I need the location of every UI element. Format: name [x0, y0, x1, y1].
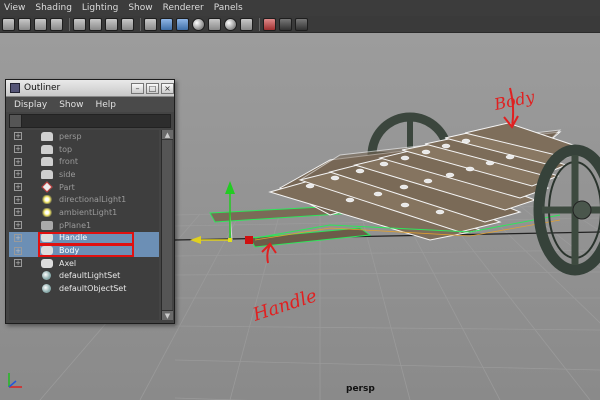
main-menu-bar: View Shading Lighting Show Renderer Pane… [0, 0, 600, 16]
axis-indicator [8, 373, 22, 388]
outliner-item-label: defaultObjectSet [59, 284, 127, 294]
expand-icon[interactable]: + [14, 183, 22, 192]
image-plane-icon[interactable] [34, 17, 47, 31]
toolbar-divider [140, 17, 141, 31]
render-icon[interactable] [279, 17, 292, 31]
camera-icon [41, 169, 53, 179]
outliner-list[interactable]: + persp + top + front + side + Part + di… [9, 130, 159, 320]
set-icon [42, 271, 51, 281]
expand-icon[interactable]: + [14, 170, 22, 179]
light-icon [41, 207, 53, 217]
filter-input[interactable] [22, 115, 170, 127]
outliner-menu-display[interactable]: Display [14, 100, 47, 110]
outliner-item-label: side [59, 169, 76, 179]
hud-icon[interactable] [263, 17, 276, 31]
expand-icon[interactable]: + [14, 157, 22, 166]
outliner-item-label: Axel [59, 258, 77, 268]
filter-options-icon[interactable] [10, 115, 22, 127]
mesh-icon [41, 258, 53, 268]
outliner-item-handle[interactable]: + Handle [9, 231, 159, 245]
ipr-render-icon[interactable] [295, 17, 308, 31]
default-light-icon[interactable] [240, 17, 253, 31]
panel-toolbar [0, 16, 600, 33]
outliner-item-persp[interactable]: + persp [9, 130, 159, 143]
expand-icon[interactable]: + [14, 145, 22, 154]
outliner-item-part[interactable]: + Part [9, 181, 159, 194]
outliner-item-side[interactable]: + side [9, 168, 159, 181]
expand-icon[interactable]: + [14, 208, 22, 217]
bookmark-icon[interactable] [18, 17, 31, 31]
outliner-item-axel[interactable]: + Axel [9, 257, 159, 270]
lights-icon[interactable] [176, 17, 189, 31]
camera-icon [41, 157, 53, 167]
isolate-icon[interactable] [208, 17, 221, 31]
outliner-item-label: persp [59, 131, 82, 141]
set-icon [42, 284, 51, 294]
resolution-gate-icon[interactable] [89, 17, 102, 31]
minimize-icon[interactable]: – [131, 82, 144, 94]
xray-icon[interactable] [224, 17, 237, 31]
menu-renderer[interactable]: Renderer [163, 3, 204, 13]
plane-icon [41, 220, 53, 230]
camera-icon[interactable] [2, 17, 15, 31]
outliner-item-pplane[interactable]: + pPlane1 [9, 219, 159, 232]
outliner-scrollbar[interactable]: ▲ ▼ [161, 130, 173, 320]
textured-icon[interactable] [160, 17, 173, 31]
outliner-item-ambient-light[interactable]: + ambientLight1 [9, 206, 159, 219]
camera-icon [41, 131, 53, 141]
highlight-box [38, 244, 134, 258]
outliner-menu-help[interactable]: Help [95, 100, 116, 110]
toolbar-divider [259, 17, 260, 31]
outliner-item-default-light-set[interactable]: + defaultLightSet [9, 270, 159, 283]
close-icon[interactable]: × [161, 82, 174, 94]
expand-icon[interactable]: + [14, 221, 22, 230]
outliner-item-label: ambientLight1 [59, 207, 118, 217]
outliner-item-body[interactable]: + Body [9, 244, 159, 258]
outliner-filter-bar [9, 114, 171, 128]
camera-icon [41, 144, 53, 154]
expand-icon[interactable]: + [14, 259, 22, 268]
toolbar-divider [69, 17, 70, 31]
outliner-titlebar[interactable]: Outliner – □ × [6, 80, 174, 97]
outliner-item-label: pPlane1 [59, 220, 92, 230]
shadows-icon[interactable] [192, 17, 205, 31]
light-icon [41, 195, 53, 205]
expand-icon[interactable]: + [14, 132, 22, 141]
outliner-item-top[interactable]: + top [9, 143, 159, 156]
outliner-item-front[interactable]: + front [9, 155, 159, 168]
expand-icon[interactable]: + [14, 246, 22, 255]
outliner-item-label: defaultLightSet [59, 271, 121, 281]
maximize-icon[interactable]: □ [146, 82, 159, 94]
outliner-window[interactable]: Outliner – □ × Display Show Help + persp… [5, 79, 175, 324]
outliner-item-label: directionalLight1 [59, 195, 127, 205]
outliner-app-icon [10, 83, 20, 93]
outliner-menu-show[interactable]: Show [59, 100, 83, 110]
menu-lighting[interactable]: Lighting [82, 3, 118, 13]
outliner-menu-bar: Display Show Help [6, 97, 174, 112]
highlight-box [38, 231, 134, 245]
menu-show[interactable]: Show [128, 3, 152, 13]
scroll-down-icon[interactable]: ▼ [162, 310, 173, 320]
expand-icon[interactable]: + [14, 233, 22, 242]
outliner-title: Outliner [24, 83, 61, 93]
outliner-item-label: front [59, 157, 79, 167]
film-gate-icon[interactable] [73, 17, 86, 31]
wireframe-icon[interactable] [121, 17, 134, 31]
part-icon [41, 181, 53, 193]
outliner-item-directional-light[interactable]: + directionalLight1 [9, 193, 159, 206]
outliner-item-label: top [59, 144, 73, 154]
outliner-item-default-object-set[interactable]: + defaultObjectSet [9, 282, 159, 295]
menu-view[interactable]: View [4, 3, 25, 13]
menu-shading[interactable]: Shading [35, 3, 72, 13]
safe-action-icon[interactable] [105, 17, 118, 31]
scroll-up-icon[interactable]: ▲ [162, 130, 173, 140]
menu-panels[interactable]: Panels [214, 3, 243, 13]
grid-icon[interactable] [50, 17, 63, 31]
camera-name-label: persp [346, 384, 375, 394]
smooth-shade-icon[interactable] [144, 17, 157, 31]
outliner-item-label: Part [59, 182, 75, 192]
expand-icon[interactable]: + [14, 195, 22, 204]
